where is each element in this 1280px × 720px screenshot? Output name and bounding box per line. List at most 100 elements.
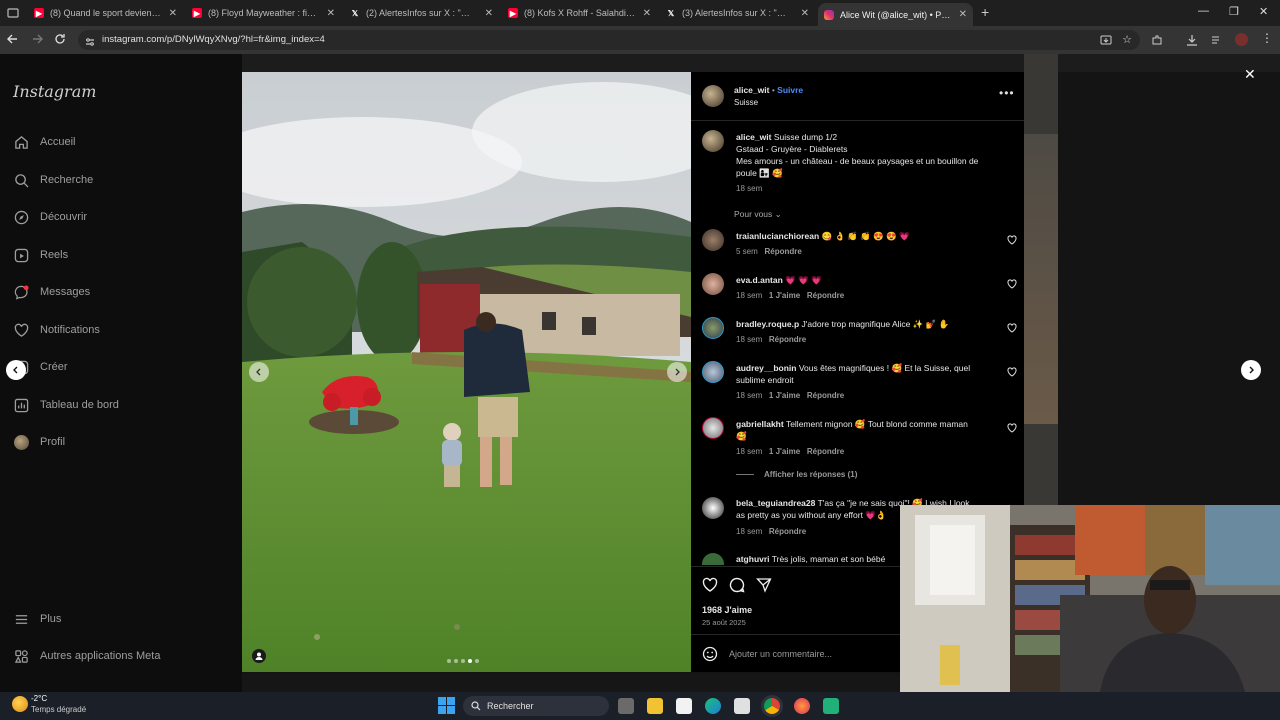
task-view-icon[interactable] xyxy=(618,698,634,714)
like-comment-icon[interactable] xyxy=(1007,279,1017,289)
nav-item-notifications[interactable]: Notifications xyxy=(13,320,100,340)
avatar[interactable] xyxy=(702,361,724,383)
like-comment-icon[interactable] xyxy=(1007,235,1017,245)
author-username[interactable]: alice_wit xyxy=(734,85,769,95)
taskbar-search[interactable]: Rechercher xyxy=(463,696,609,716)
comment-username[interactable]: bradley.roque.p xyxy=(736,319,799,329)
notepad-icon[interactable] xyxy=(676,698,692,714)
nav-item-profil[interactable]: Profil xyxy=(13,432,65,452)
profile-avatar-icon[interactable] xyxy=(1235,33,1248,46)
nav-item-messages[interactable]: Messages xyxy=(13,282,90,302)
avatar[interactable] xyxy=(702,497,724,519)
install-app-icon[interactable] xyxy=(1100,34,1112,46)
instagram-logo[interactable]: Instagram xyxy=(13,82,96,101)
extensions-icon[interactable] xyxy=(1151,33,1163,45)
browser-tab[interactable]: 𝕏 (2) AlertesInfos sur X : "❌ FLAS ✕ xyxy=(344,3,499,23)
comment-username[interactable]: audrey__bonin xyxy=(736,363,796,373)
browser-tab[interactable]: ▶ (8) Quand le sport devient TOX ✕ xyxy=(28,3,183,23)
comment-icon[interactable] xyxy=(729,577,745,593)
weather-desc[interactable]: Temps dégradé xyxy=(31,705,86,714)
reply-button[interactable]: Répondre xyxy=(769,335,806,344)
comment-username[interactable]: eva.d.antan xyxy=(736,275,783,285)
avatar[interactable] xyxy=(702,317,724,339)
weather-temp[interactable]: -2°C xyxy=(31,694,47,703)
nav-item-plus[interactable]: Plus xyxy=(13,609,61,629)
store-icon[interactable] xyxy=(734,698,750,714)
caption-author[interactable]: alice_wit xyxy=(736,132,771,142)
avatar[interactable] xyxy=(702,417,724,439)
browser-tab-active[interactable]: Alice Wit (@alice_wit) • Photos ✕ xyxy=(818,3,973,26)
prev-post-icon[interactable] xyxy=(6,360,26,380)
next-post-icon[interactable] xyxy=(1241,360,1261,380)
close-window-icon[interactable]: ✕ xyxy=(1259,5,1268,18)
edge-icon[interactable] xyxy=(705,698,721,714)
post-image[interactable] xyxy=(242,72,691,672)
reply-button[interactable]: Répondre xyxy=(764,247,801,256)
reload-icon[interactable] xyxy=(53,32,67,46)
close-tab-icon[interactable]: ✕ xyxy=(485,8,493,19)
close-modal-icon[interactable]: ✕ xyxy=(1244,66,1256,83)
nav-item-decouvrir[interactable]: Découvrir xyxy=(13,207,87,227)
bookmark-star-icon[interactable]: ☆ xyxy=(1122,33,1132,47)
tab-search-icon[interactable] xyxy=(6,6,20,20)
avatar[interactable] xyxy=(702,273,724,295)
browser-menu-icon[interactable]: ⋮ xyxy=(1261,31,1273,45)
downloads-icon[interactable] xyxy=(1186,33,1198,46)
weather-icon[interactable] xyxy=(12,696,28,712)
comment-likes[interactable]: 1 J'aime xyxy=(769,447,800,456)
nav-item-tableau-de-bord[interactable]: Tableau de bord xyxy=(13,395,119,415)
reply-button[interactable]: Répondre xyxy=(807,391,844,400)
new-tab-button[interactable]: + xyxy=(981,4,989,20)
comment-username[interactable]: traianlucianchiorean xyxy=(736,231,819,241)
back-icon[interactable] xyxy=(6,32,20,46)
close-tab-icon[interactable]: ✕ xyxy=(643,8,651,19)
app-icon[interactable] xyxy=(823,698,839,714)
avatar[interactable] xyxy=(702,130,724,152)
comment-username[interactable]: bela_teguiandrea28 xyxy=(736,498,815,508)
close-tab-icon[interactable]: ✕ xyxy=(169,8,177,19)
forward-icon[interactable] xyxy=(30,32,44,46)
nav-item-reels[interactable]: Reels xyxy=(13,245,68,265)
follow-button[interactable]: Suivre xyxy=(777,85,803,95)
url-input[interactable]: instagram.com/p/DNylWqyXNvg/?hl=fr&img_i… xyxy=(78,30,1140,50)
like-count[interactable]: 1968 J'aime xyxy=(702,604,752,616)
like-comment-icon[interactable] xyxy=(1007,323,1017,333)
browser-tab[interactable]: ▶ (8) Floyd Mayweather : fin d'un ✕ xyxy=(186,3,341,23)
comment-username[interactable]: atghuvri xyxy=(736,554,770,564)
avatar[interactable] xyxy=(702,553,724,565)
avatar[interactable] xyxy=(702,85,724,107)
windows-start-icon[interactable] xyxy=(438,697,455,714)
nav-item-recherche[interactable]: Recherche xyxy=(13,170,93,190)
avatar[interactable] xyxy=(702,229,724,251)
firefox-icon[interactable] xyxy=(794,698,810,714)
browser-tab[interactable]: 𝕏 (3) AlertesInfos sur X : "❌ FLAS ✕ xyxy=(660,3,815,23)
emoji-icon[interactable] xyxy=(702,646,718,662)
more-options-icon[interactable]: ••• xyxy=(999,86,1015,100)
comment-likes[interactable]: 1 J'aime xyxy=(769,391,800,400)
media-controls-icon[interactable] xyxy=(1211,33,1223,45)
file-explorer-icon[interactable] xyxy=(647,698,663,714)
comment-username[interactable]: gabriellakht xyxy=(736,419,784,429)
nav-item-accueil[interactable]: Accueil xyxy=(13,132,75,152)
browser-tab[interactable]: ▶ (8) Kofs X Rohff - Salahdine P. ✕ xyxy=(502,3,657,23)
like-post-icon[interactable] xyxy=(702,577,718,593)
comment-input[interactable]: Ajouter un commentaire... xyxy=(729,649,832,659)
show-replies-button[interactable]: Afficher les réponses (1) xyxy=(736,470,857,479)
nav-item-meta-apps[interactable]: Autres applications Meta xyxy=(13,646,160,666)
like-comment-icon[interactable] xyxy=(1007,423,1017,433)
close-tab-icon[interactable]: ✕ xyxy=(327,8,335,19)
carousel-prev-icon[interactable] xyxy=(249,362,269,382)
site-info-icon[interactable] xyxy=(85,35,95,46)
comment-filter-dropdown[interactable]: Pour vous ⌄ xyxy=(734,209,782,220)
reply-button[interactable]: Répondre xyxy=(769,527,806,536)
restore-icon[interactable]: ❐ xyxy=(1229,5,1239,18)
carousel-next-icon[interactable] xyxy=(667,362,687,382)
share-icon[interactable] xyxy=(756,577,772,593)
chrome-icon[interactable] xyxy=(764,698,780,714)
close-tab-icon[interactable]: ✕ xyxy=(959,9,967,20)
post-location[interactable]: Suisse xyxy=(734,97,758,109)
comment-likes[interactable]: 1 J'aime xyxy=(769,291,800,300)
like-comment-icon[interactable] xyxy=(1007,367,1017,377)
tagged-user-icon[interactable] xyxy=(252,649,266,663)
close-tab-icon[interactable]: ✕ xyxy=(801,8,809,19)
